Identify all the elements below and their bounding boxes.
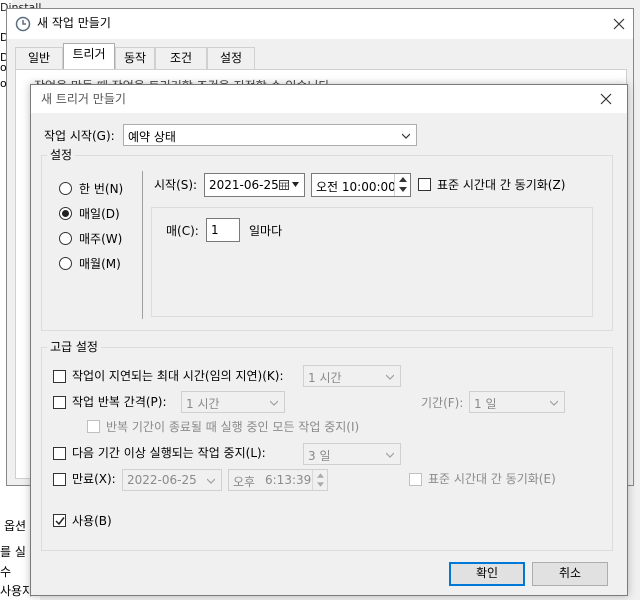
begin-task-select[interactable]: 예약 상태 [123, 124, 417, 146]
new-trigger-dialog: 새 트리거 만들기 작업 시작(G): 예약 상태 설정 한 번(N) 매일(D… [30, 84, 628, 596]
expire-spin-buttons[interactable] [312, 470, 327, 490]
duration-value: 1 일 [474, 397, 497, 411]
stop-longer-checkbox[interactable] [53, 447, 66, 460]
chevron-down-icon [386, 452, 394, 458]
chevron-down-icon [270, 400, 278, 406]
spin-up-icon[interactable] [399, 177, 407, 182]
enabled-checkbox[interactable] [53, 514, 66, 527]
chevron-down-icon [550, 400, 558, 406]
radio-weekly-label: 매주(W) [79, 232, 123, 246]
recur-label: 매(C): [166, 224, 199, 238]
dropdown-arrow-icon [292, 182, 299, 187]
background-text: 수 [0, 565, 12, 579]
radio-daily[interactable] [59, 207, 72, 220]
start-label: 시작(S): [154, 178, 198, 192]
stop-longer-select[interactable]: 3 일 [303, 443, 401, 465]
spin-down-icon[interactable] [399, 187, 407, 192]
clock-icon [15, 16, 31, 32]
parent-title: 새 작업 만들기 [37, 16, 111, 30]
radio-weekly[interactable] [59, 232, 72, 245]
delay-checkbox[interactable] [53, 370, 66, 383]
duration-label: 기간(F): [421, 396, 464, 410]
repeat-value: 1 시간 [186, 397, 220, 411]
time-spin-buttons[interactable] [394, 174, 410, 196]
expire-checkbox[interactable] [53, 473, 66, 486]
chevron-down-icon [402, 133, 410, 139]
background-text: 를 실 [0, 545, 26, 559]
repeat-label: 작업 반복 간격(P): [72, 395, 167, 409]
tab-actions[interactable]: 동작 [115, 47, 155, 69]
duration-select[interactable]: 1 일 [469, 391, 565, 413]
radio-one-time[interactable] [59, 182, 72, 195]
start-time-value: 오전 10:00:00 [316, 180, 396, 194]
begin-task-value: 예약 상태 [128, 130, 176, 144]
background-text: 사용자 [0, 584, 34, 598]
stop-longer-value: 3 일 [308, 449, 331, 463]
checkmark-icon [55, 517, 65, 526]
recur-value: 1 [211, 223, 219, 237]
sync-timezone-checkbox[interactable] [418, 178, 431, 191]
repeat-checkbox[interactable] [53, 396, 66, 409]
expire-date-picker[interactable]: 2022-06-25 [122, 469, 222, 491]
spin-up-icon[interactable] [317, 473, 324, 478]
dialog-title: 새 트리거 만들기 [41, 92, 126, 106]
chevron-down-icon [207, 478, 215, 484]
close-icon[interactable] [613, 18, 625, 30]
begin-task-label: 작업 시작(G): [44, 129, 115, 143]
recur-every-input[interactable]: 1 [206, 218, 240, 242]
delay-label: 작업이 지연되는 최대 시간(임의 지연)(K): [72, 369, 284, 383]
recur-suffix: 일마다 [249, 224, 283, 238]
dialog-titlebar: 새 트리거 만들기 [31, 85, 627, 113]
start-date-value: 2021-06-25 [209, 178, 279, 192]
cancel-button[interactable]: 취소 [532, 562, 608, 586]
expire-date-value: 2022-06-25 [127, 473, 197, 487]
radio-daily-label: 매일(D) [79, 207, 120, 221]
advanced-legend: 고급 설정 [47, 340, 101, 354]
delay-value: 1 시간 [308, 371, 342, 385]
calendar-icon[interactable] [279, 180, 289, 190]
expire-time-spinner[interactable]: 오후 6:13:39 [228, 469, 328, 491]
expire-ampm: 오후 [233, 475, 256, 489]
expire-label: 만료(X): [72, 472, 116, 486]
enabled-label: 사용(B) [72, 514, 112, 528]
ok-button[interactable]: 확인 [449, 562, 525, 586]
radio-monthly[interactable] [59, 257, 72, 270]
settings-legend: 설정 [47, 148, 76, 162]
delay-select[interactable]: 1 시간 [303, 365, 401, 387]
start-time-spinner[interactable]: 오전 10:00:00 [311, 173, 411, 197]
parent-titlebar: 새 작업 만들기 [7, 9, 633, 39]
repeat-select[interactable]: 1 시간 [181, 391, 285, 413]
expire-sync-label: 표준 시간대 간 동기화(E) [428, 472, 556, 486]
tab-conditions[interactable]: 조건 [155, 47, 207, 69]
expire-time-value: 6:13:39 [265, 473, 312, 487]
radio-one-time-label: 한 번(N) [79, 182, 124, 196]
background-text: 옵션 [4, 519, 27, 533]
stop-running-checkbox[interactable] [87, 420, 100, 433]
tab-general[interactable]: 일반 [15, 47, 63, 69]
radio-monthly-label: 매월(M) [79, 257, 121, 271]
stop-longer-label: 다음 기간 이상 실행되는 작업 중지(L): [72, 446, 266, 460]
close-icon[interactable] [600, 93, 612, 105]
radio-selected-dot [62, 210, 69, 217]
tab-settings[interactable]: 설정 [207, 47, 255, 69]
spin-down-icon[interactable] [317, 482, 324, 487]
start-date-picker[interactable]: 2021-06-25 [204, 173, 305, 197]
stop-running-label: 반복 기간이 종료될 때 실행 중인 모든 작업 중지(I) [106, 420, 360, 434]
tab-triggers[interactable]: 트리거 [63, 43, 115, 69]
chevron-down-icon [386, 374, 394, 380]
divider [142, 171, 143, 319]
expire-sync-checkbox[interactable] [409, 473, 422, 486]
sync-timezone-label: 표준 시간대 간 동기화(Z) [437, 178, 566, 192]
